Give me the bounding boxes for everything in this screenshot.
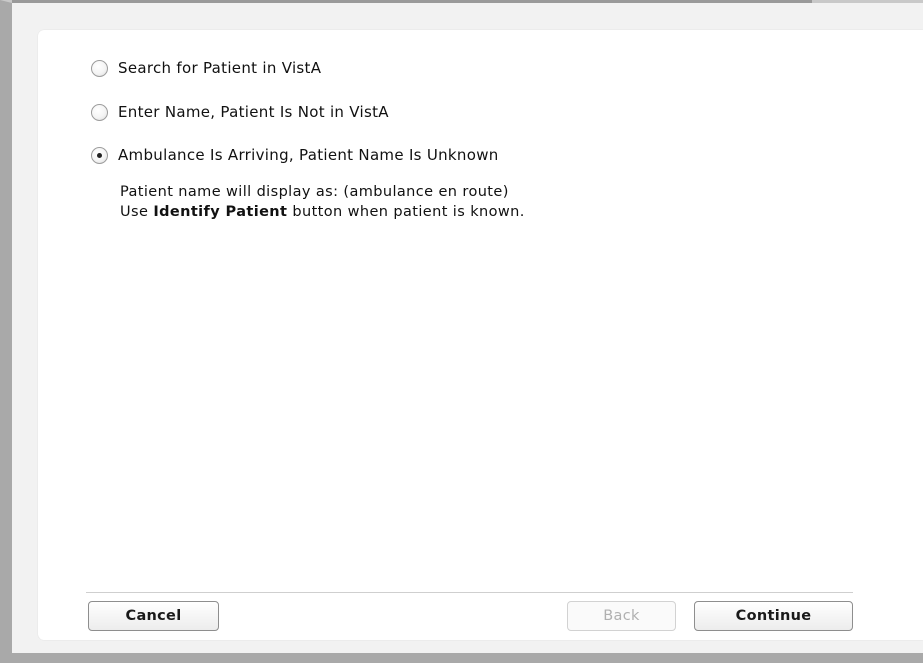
option-enter-name[interactable]: Enter Name, Patient Is Not in VistA: [91, 103, 389, 121]
radio-enter-name[interactable]: [91, 103, 108, 121]
radio-search-patient[interactable]: [91, 59, 108, 77]
footer-divider: [86, 592, 853, 593]
identify-patient-text: Identify Patient: [153, 204, 288, 220]
continue-button[interactable]: Continue: [694, 601, 853, 631]
option-ambulance-arriving-label: Ambulance Is Arriving, Patient Name Is U…: [118, 146, 499, 164]
back-button[interactable]: Back: [567, 601, 676, 631]
info-line-2-suffix: button when patient is known.: [287, 204, 525, 220]
option-enter-name-label: Enter Name, Patient Is Not in VistA: [118, 103, 389, 121]
info-line-1: Patient name will display as: (ambulance…: [120, 184, 509, 200]
info-line-2-prefix: Use: [120, 204, 154, 220]
option-search-patient-label: Search for Patient in VistA: [118, 59, 322, 77]
radio-ambulance-arriving[interactable]: [91, 146, 108, 164]
cancel-button[interactable]: Cancel: [88, 601, 219, 631]
window-top-border: [12, 0, 812, 3]
option-search-patient[interactable]: Search for Patient in VistA: [91, 59, 321, 77]
info-line-2: Use Identify Patient button when patient…: [120, 202, 525, 222]
info-text: Patient name will display as: (ambulance…: [120, 182, 525, 222]
option-ambulance-arriving[interactable]: Ambulance Is Arriving, Patient Name Is U…: [91, 146, 499, 164]
patient-dialog: Search for Patient in VistA Enter Name, …: [38, 30, 923, 640]
